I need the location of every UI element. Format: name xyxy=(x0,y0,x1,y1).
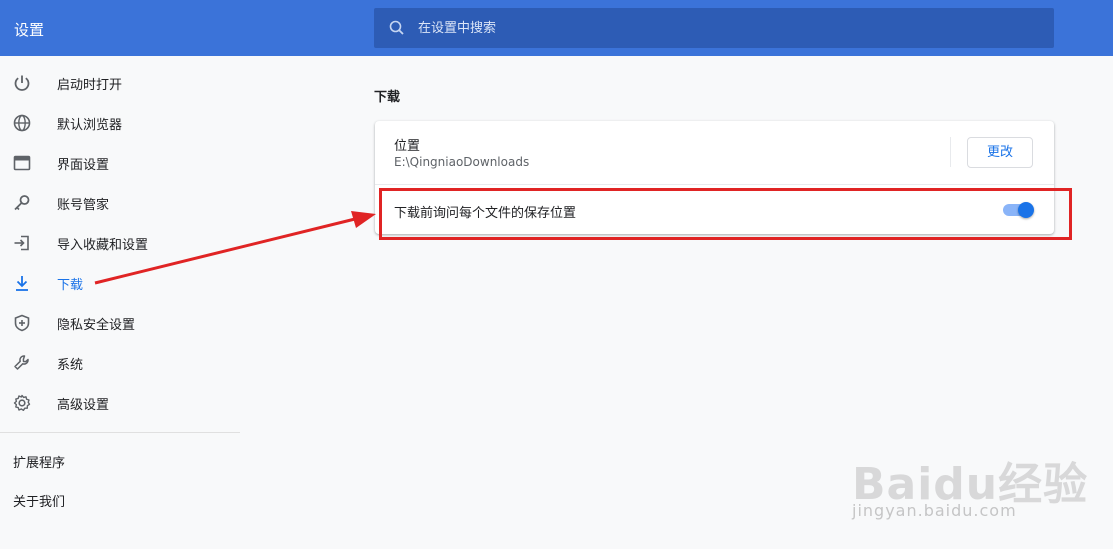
baidu-watermark-url: jingyan.baidu.com xyxy=(852,501,1017,520)
